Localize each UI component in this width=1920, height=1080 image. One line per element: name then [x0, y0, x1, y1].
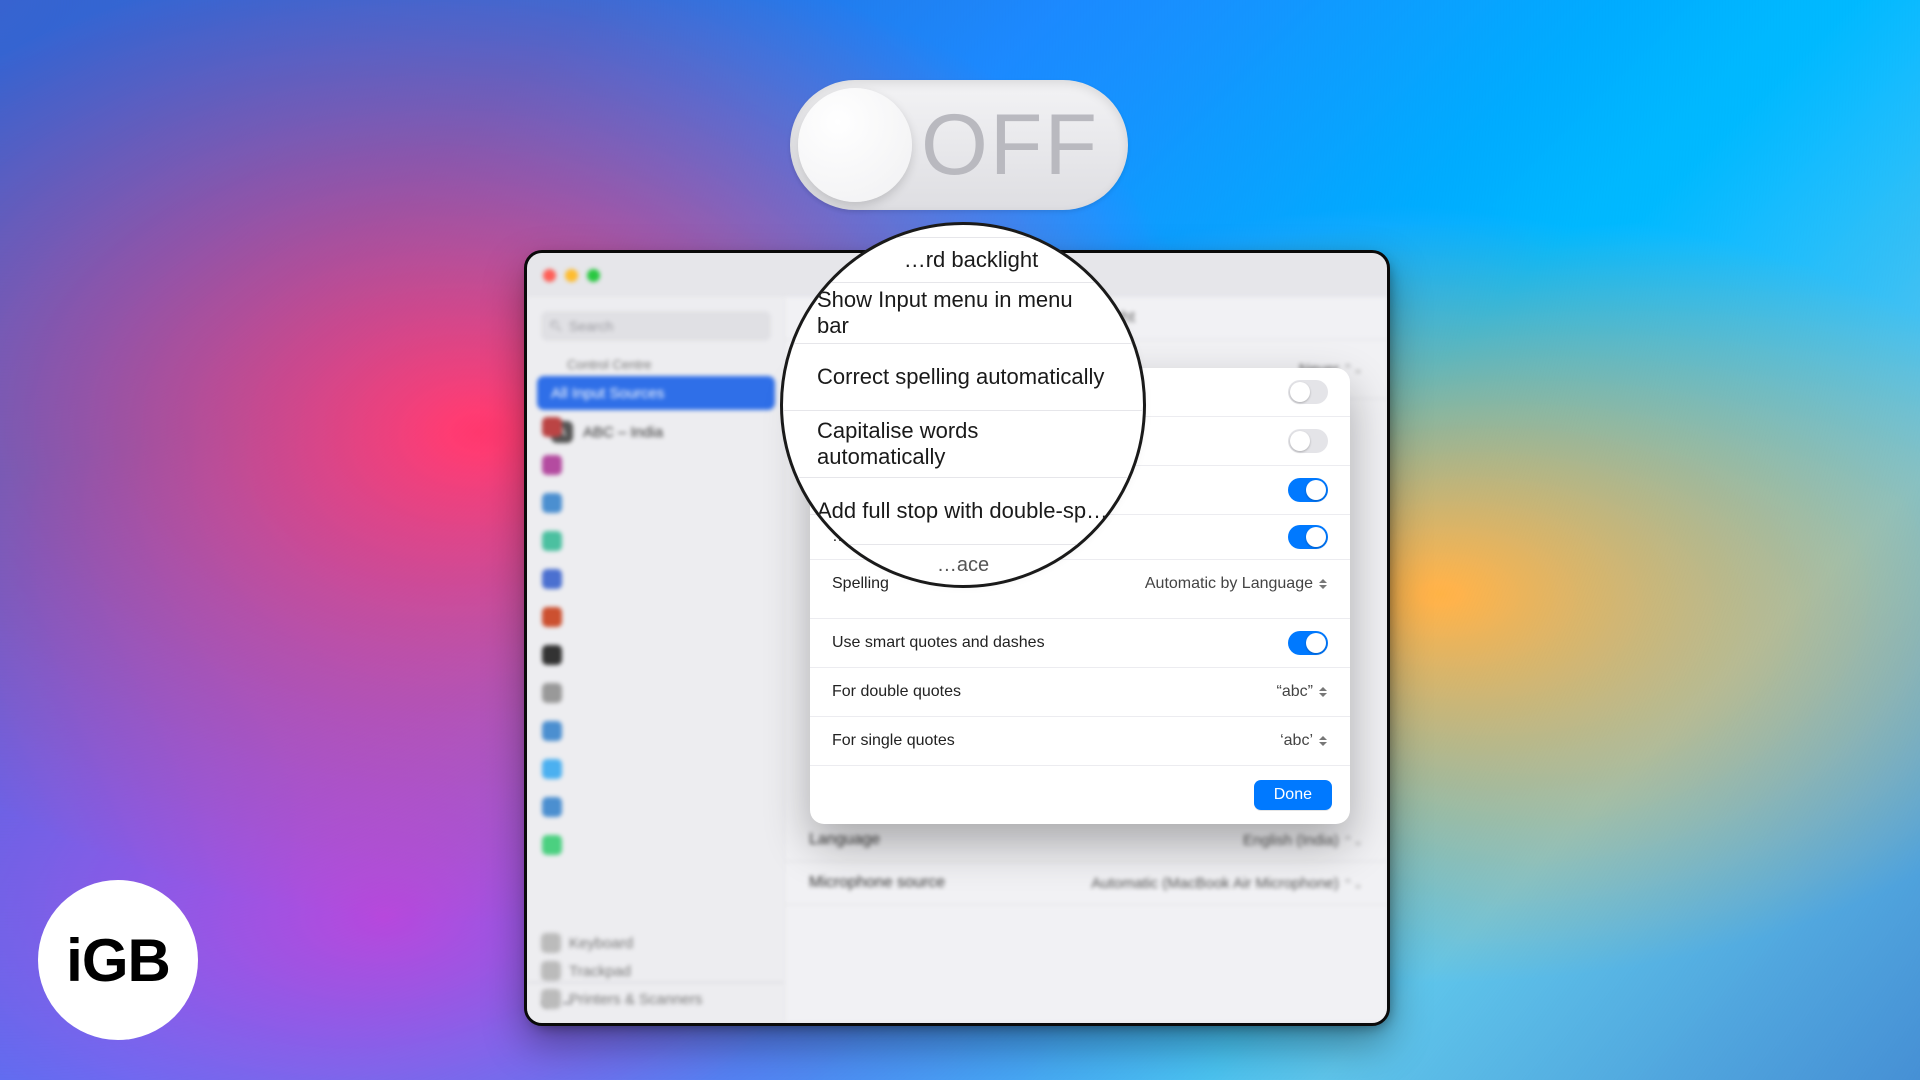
sidebar-icon[interactable]	[542, 455, 562, 475]
sidebar-section-header: Control Centre	[527, 351, 785, 374]
mag-text: …ace	[937, 554, 989, 577]
search-input[interactable]: Search	[541, 311, 771, 341]
row-smart-quotes: Use smart quotes and dashes	[810, 618, 1350, 667]
sidebar-icon[interactable]	[542, 683, 562, 703]
sidebar-icon[interactable]	[542, 721, 562, 741]
toggle-knob-icon	[798, 88, 912, 202]
pref-item-trackpad[interactable]: Trackpad	[541, 961, 702, 981]
row-label: For double quotes	[832, 683, 961, 701]
row-value: Automatic by Language	[1145, 575, 1313, 593]
chevron-updown-icon: ⌃⌄	[1343, 877, 1363, 891]
sidebar-item-all-input-sources[interactable]: All Input Sources	[537, 376, 775, 410]
toggle-capitalise[interactable]	[1288, 429, 1328, 453]
row-label: Use smart quotes and dashes	[832, 634, 1045, 652]
mag-text: Correct spelling automatically	[817, 364, 1104, 390]
pref-label: Printers & Scanners	[569, 991, 702, 1008]
row-value: English (India)	[1243, 832, 1339, 849]
row-microphone[interactable]: Microphone source Automatic (MacBook Air…	[785, 862, 1387, 905]
sidebar-icon[interactable]	[542, 835, 562, 855]
sidebar-icon[interactable]	[542, 607, 562, 627]
row-label: Microphone source	[809, 874, 945, 892]
row-value: “abc”	[1277, 683, 1313, 701]
row-double-quotes[interactable]: For double quotes “abc”	[810, 667, 1350, 716]
search-placeholder: Search	[569, 318, 613, 334]
sidebar-icon[interactable]	[542, 759, 562, 779]
mag-row-capitalise: Capitalise words automatically	[783, 410, 1143, 477]
row-label: Language	[809, 831, 880, 849]
sidebar-icon[interactable]	[542, 645, 562, 665]
sidebar-icon[interactable]	[542, 797, 562, 817]
mag-text: …rd backlight	[904, 247, 1039, 273]
settings-sidebar: Search Control Centre All Input Sources …	[527, 297, 785, 1023]
row-value: ‘abc’	[1280, 732, 1313, 750]
row-single-quotes[interactable]: For single quotes ‘abc’	[810, 716, 1350, 765]
row-label: For single quotes	[832, 732, 955, 750]
off-toggle-graphic: OFF	[790, 80, 1128, 210]
row-label: Spelling	[832, 575, 889, 593]
magnifier-lens: …rd backlight Show Input menu in menu ba…	[780, 222, 1146, 588]
toggle-smart-quotes[interactable]	[1288, 631, 1328, 655]
chevron-updown-icon	[1317, 734, 1328, 748]
row-language[interactable]: Language English (India) ⌃⌄	[785, 819, 1387, 862]
sidebar-icon-rail	[541, 417, 563, 973]
sidebar-item-abc-india[interactable]: A ABC – India	[537, 412, 775, 452]
chevron-updown-icon	[1317, 685, 1328, 699]
mag-text: Add full stop with double-sp…	[817, 498, 1108, 524]
sidebar-icon[interactable]	[542, 493, 562, 513]
chevron-updown-icon: ⌃⌄	[1343, 834, 1363, 848]
pref-label: Keyboard	[569, 935, 633, 952]
chevron-updown-icon	[1317, 577, 1328, 591]
mag-row-show-input: Show Input menu in menu bar	[783, 282, 1143, 343]
mag-row-correct-spelling: Correct spelling automatically	[783, 343, 1143, 410]
sheet-footer: Done	[810, 765, 1350, 824]
sidebar-icon[interactable]	[542, 531, 562, 551]
pref-label: Trackpad	[569, 963, 631, 980]
igb-logo-text: iGB	[66, 926, 170, 995]
off-label: OFF	[912, 96, 1128, 195]
search-icon	[549, 319, 563, 333]
toggle-correct-spelling[interactable]	[1288, 380, 1328, 404]
row-value: Automatic (MacBook Air Microphone)	[1091, 875, 1339, 892]
igb-logo: iGB	[38, 880, 198, 1040]
mag-text: Capitalise words automatically	[817, 418, 1109, 470]
toggle-full-stop-b[interactable]	[1288, 525, 1328, 549]
sidebar-item-label: All Input Sources	[551, 385, 664, 402]
mag-row-full-stop: Add full stop with double-sp…	[783, 477, 1143, 544]
pref-item-printers[interactable]: Printers & Scanners	[541, 989, 702, 1009]
mag-text: Show Input menu in menu bar	[817, 287, 1109, 339]
toggle-full-stop-a[interactable]	[1288, 478, 1328, 502]
pref-item-keyboard[interactable]: Keyboard	[541, 933, 702, 953]
sidebar-item-label: ABC – India	[583, 424, 663, 441]
done-button[interactable]: Done	[1254, 780, 1332, 810]
sidebar-icon[interactable]	[542, 417, 562, 437]
sidebar-icon[interactable]	[542, 569, 562, 589]
